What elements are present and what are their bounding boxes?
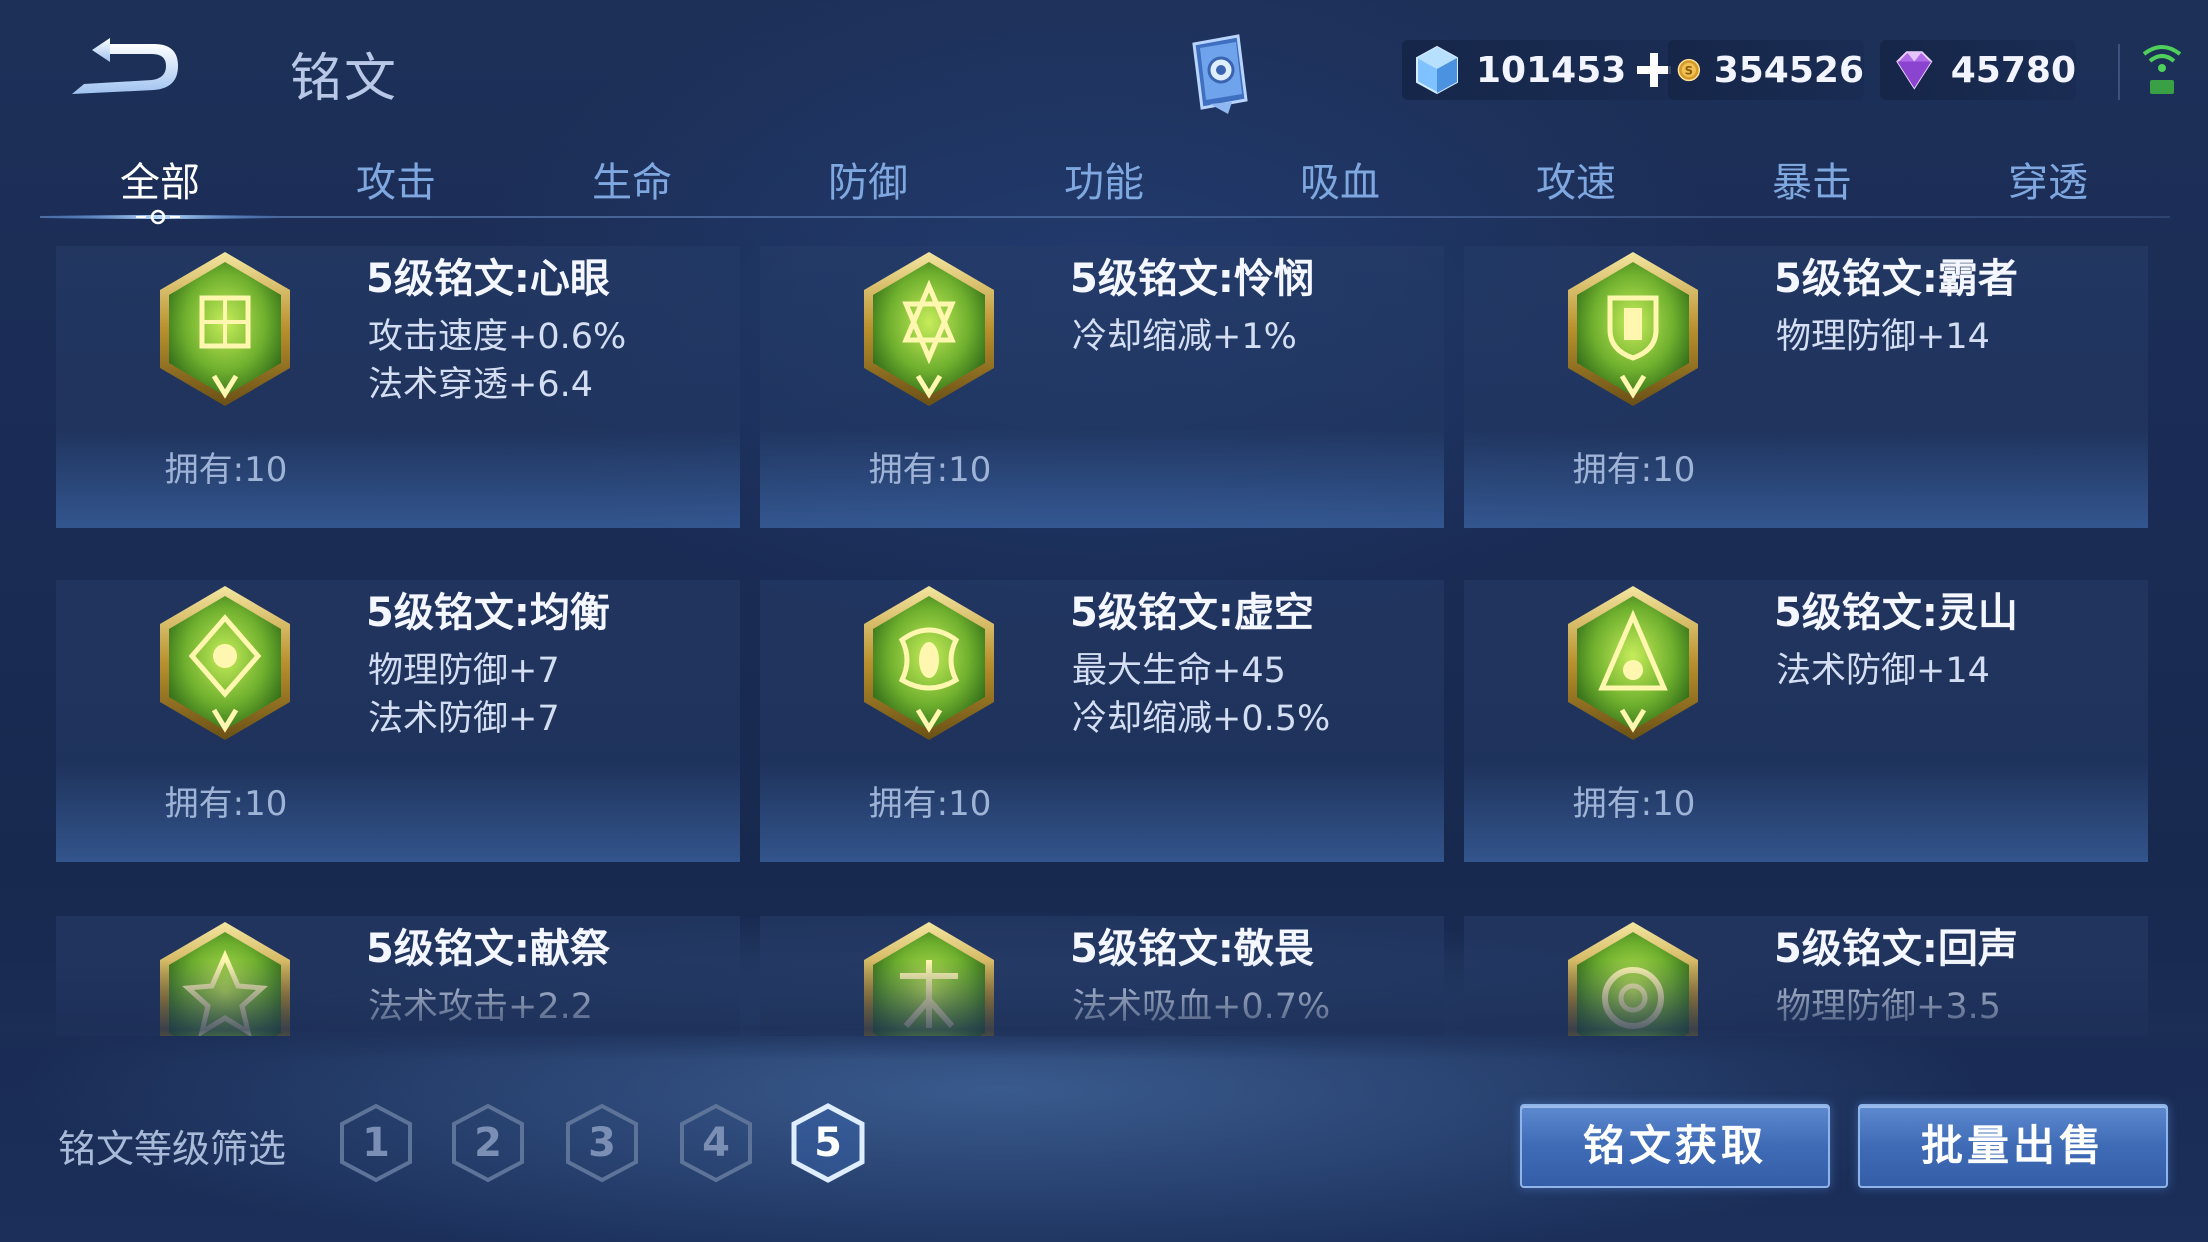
tab-defense[interactable]: 防御 xyxy=(748,150,988,208)
rune-name: 5级铭文:献祭 xyxy=(366,926,610,972)
rune-name: 5级铭文:敬畏 xyxy=(1070,926,1314,972)
level-filter-4[interactable]: 4 xyxy=(678,1102,754,1184)
blue-crystal-icon xyxy=(1416,45,1458,95)
rune-xukong-icon xyxy=(854,580,1004,748)
rune-card[interactable]: 5级铭文:均衡 物理防御+7 法术防御+7 拥有:10 xyxy=(56,580,740,862)
page-title: 铭文 xyxy=(290,49,399,109)
rune-name: 5级铭文:回声 xyxy=(1774,926,2018,972)
rune-name: 5级铭文:灵山 xyxy=(1774,590,2018,636)
acquire-rune-button[interactable]: 铭文获取 xyxy=(1520,1104,1830,1188)
rune-name: 5级铭文:虚空 xyxy=(1070,590,1314,636)
owned-count: 拥有:10 xyxy=(1572,450,1696,490)
tab-critical[interactable]: 暴击 xyxy=(1692,150,1932,208)
rune-stat: 法术吸血+0.7% xyxy=(1072,987,1331,1027)
tab-function[interactable]: 功能 xyxy=(984,150,1224,208)
gold-count: 354526 xyxy=(1713,49,1864,91)
svg-text:S: S xyxy=(1685,63,1693,77)
rune-stat: 法术攻击+2.2 xyxy=(368,987,593,1027)
rune-stat: 物理防御+3.5 xyxy=(1776,987,2001,1027)
rune-stat: 最大生命+45 xyxy=(1072,651,1286,691)
rune-card[interactable]: 5级铭文:虚空 最大生命+45 冷却缩减+0.5% 拥有:10 xyxy=(760,580,1444,862)
rune-card[interactable]: 5级铭文:灵山 法术防御+14 拥有:10 xyxy=(1464,580,2148,862)
rune-xianji-icon xyxy=(150,916,300,1036)
level-filter-2[interactable]: 2 xyxy=(450,1102,526,1184)
rune-stat: 攻击速度+0.6% xyxy=(368,317,627,357)
currency-gold: S 354526 xyxy=(1668,40,1864,100)
rune-card[interactable]: 5级铭文:敬畏 法术吸血+0.7% xyxy=(760,916,1444,1036)
tab-attack-speed[interactable]: 攻速 xyxy=(1456,150,1696,208)
tab-attack[interactable]: 攻击 xyxy=(276,150,516,208)
owned-count: 拥有:10 xyxy=(164,450,288,490)
rune-name: 5级铭文:心眼 xyxy=(366,256,610,302)
rune-jingwei-icon xyxy=(854,916,1004,1036)
rune-stat: 物理防御+14 xyxy=(1776,317,1990,357)
rune-card[interactable]: 5级铭文:霸者 物理防御+14 拥有:10 xyxy=(1464,246,2148,528)
active-tab-indicator xyxy=(40,209,280,225)
gold-coin-icon: S xyxy=(1677,58,1701,82)
rune-xinyan-icon xyxy=(150,246,300,414)
rune-stat: 冷却缩减+1% xyxy=(1072,317,1297,357)
rune-book-icon[interactable] xyxy=(1180,30,1260,114)
bulk-sell-button[interactable]: 批量出售 xyxy=(1858,1104,2168,1188)
rune-card[interactable]: 5级铭文:回声 物理防御+3.5 xyxy=(1464,916,2148,1036)
rune-stat: 法术防御+14 xyxy=(1776,651,1990,691)
crystal-count: 101453 xyxy=(1476,49,1627,91)
rune-stat: 物理防御+7 xyxy=(368,651,560,691)
rune-stat: 法术穿透+6.4 xyxy=(368,365,593,405)
back-button[interactable] xyxy=(66,36,186,102)
level-filter-1[interactable]: 1 xyxy=(338,1102,414,1184)
category-tabs: 全部 攻击 生命 防御 功能 吸血 攻速 暴击 穿透 xyxy=(40,150,2170,225)
owned-count: 拥有:10 xyxy=(164,784,288,824)
wifi-icon xyxy=(2140,40,2184,100)
owned-count: 拥有:10 xyxy=(868,784,992,824)
rune-name: 5级铭文:均衡 xyxy=(366,590,610,636)
tab-health[interactable]: 生命 xyxy=(512,150,752,208)
level-filter-label: 铭文等级筛选 xyxy=(58,1127,287,1171)
owned-count: 拥有:10 xyxy=(1572,784,1696,824)
tab-all[interactable]: 全部 xyxy=(40,150,280,208)
rune-junheng-icon xyxy=(150,580,300,748)
rune-grid: 5级铭文:心眼 攻击速度+0.6% 法术穿透+6.4 拥有:10 5级铭文:怜悯… xyxy=(56,246,2152,1036)
rune-stat: 法术防御+7 xyxy=(368,699,560,739)
rune-name: 5级铭文:怜悯 xyxy=(1070,256,1314,302)
currency-crystal: 101453 xyxy=(1402,40,1678,100)
rune-card[interactable]: 5级铭文:心眼 攻击速度+0.6% 法术穿透+6.4 拥有:10 xyxy=(56,246,740,528)
rune-huisheng-icon xyxy=(1558,916,1708,1036)
gem-count: 45780 xyxy=(1950,49,2076,91)
rune-stat: 冷却缩减+0.5% xyxy=(1072,699,1331,739)
rune-card[interactable]: 5级铭文:献祭 法术攻击+2.2 xyxy=(56,916,740,1036)
tab-underline xyxy=(40,216,2170,218)
rune-lingshan-icon xyxy=(1558,580,1708,748)
owned-count: 拥有:10 xyxy=(868,450,992,490)
purple-gem-icon xyxy=(1896,51,1933,90)
rune-bazhe-icon xyxy=(1558,246,1708,414)
level-filter-5[interactable]: 5 xyxy=(790,1102,866,1184)
header-divider xyxy=(2118,44,2120,100)
rune-lianmin-icon xyxy=(854,246,1004,414)
rune-card[interactable]: 5级铭文:怜悯 冷却缩减+1% 拥有:10 xyxy=(760,246,1444,528)
level-filter-3[interactable]: 3 xyxy=(564,1102,640,1184)
rune-name: 5级铭文:霸者 xyxy=(1774,256,2018,302)
currency-gem: 45780 xyxy=(1880,40,2076,100)
tab-penetration[interactable]: 穿透 xyxy=(1928,150,2168,208)
tab-lifesteal[interactable]: 吸血 xyxy=(1220,150,1460,208)
back-arrow-icon xyxy=(72,38,178,94)
